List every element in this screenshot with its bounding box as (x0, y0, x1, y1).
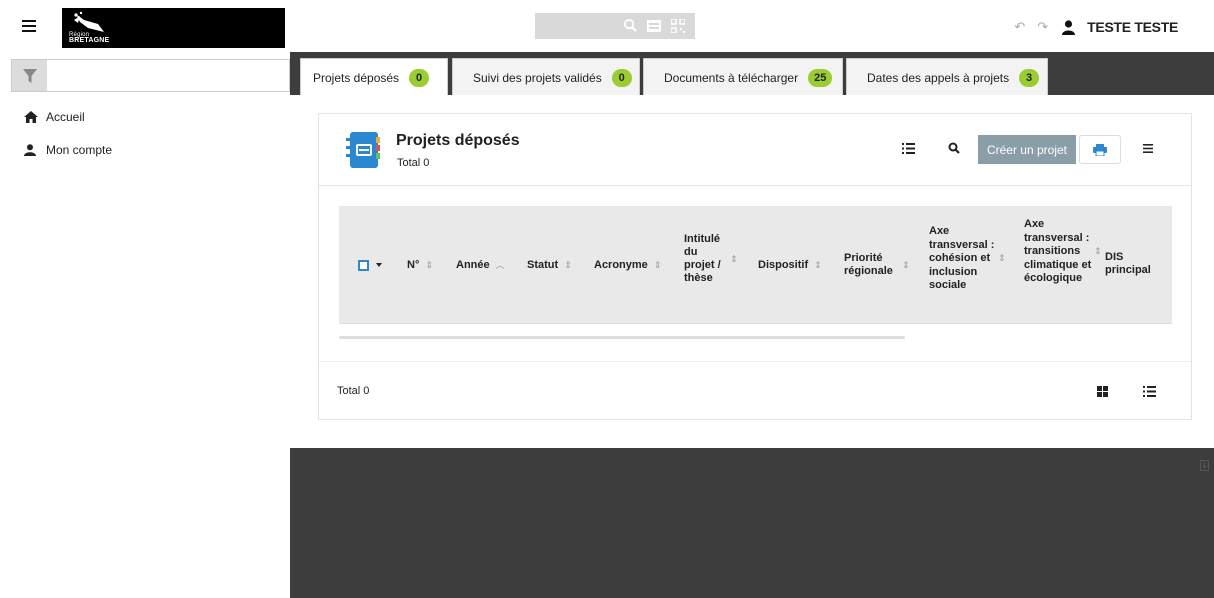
divider (319, 361, 1191, 362)
tab-label: Projets déposés (313, 70, 400, 85)
tab-count-badge: 0 (409, 68, 430, 87)
print-icon (1093, 143, 1107, 156)
column-dis-principal[interactable]: DIS principal (1105, 251, 1155, 277)
keyboard-icon[interactable] (647, 19, 661, 33)
tab-count-badge: 0 (611, 68, 632, 87)
column-statut[interactable]: Statut ⇕ (527, 259, 572, 272)
user-area: ↶ ↷ TESTE TESTE (1014, 18, 1178, 36)
list-view-icon[interactable] (1143, 386, 1156, 397)
tab-label: Documents à télécharger (664, 70, 799, 85)
sort-icon: ⇕ (564, 260, 572, 270)
column-axe-cohesion[interactable]: Axe transversal : cohésion et inclusion … (929, 225, 1006, 293)
column-label: N° (407, 259, 420, 271)
undo-icon[interactable]: ↶ (1014, 19, 1025, 35)
sort-icon: ⇕ (998, 253, 1006, 264)
tab-label: Dates des appels à projets (867, 70, 1010, 85)
footer-total: Total 0 (337, 385, 370, 397)
home-icon (24, 111, 38, 123)
search-box[interactable] (535, 13, 695, 39)
user-name[interactable]: TESTE TESTE (1087, 19, 1178, 35)
chevron-down-icon[interactable] (376, 263, 382, 267)
user-icon (24, 144, 36, 156)
card-total: Total 0 (397, 157, 430, 169)
user-icon[interactable] (1062, 19, 1076, 35)
menu-icon[interactable] (22, 20, 36, 32)
sort-icon: ⇕ (902, 259, 910, 270)
projects-card: Projets déposés Total 0 Créer un projet (318, 113, 1192, 420)
tab-count-badge: 3 (1019, 68, 1040, 87)
sidebar-item-label: Mon compte (46, 143, 113, 157)
column-priorite[interactable]: Priorité régionale ⇕ (844, 252, 910, 278)
column-label: Axe transversal : cohésion et inclusion … (929, 225, 995, 291)
download-icon[interactable] (1200, 460, 1209, 471)
create-project-button[interactable]: Créer un projet (978, 135, 1076, 164)
column-axe-transitions[interactable]: Axe transversal : transitions climatique… (1024, 218, 1102, 286)
column-annee[interactable]: Année ︿ (456, 259, 505, 272)
tab-label: Suivi des projets validés (473, 70, 602, 85)
sidebar-item-label: Accueil (46, 110, 85, 124)
sidebar-item-mon-compte[interactable]: Mon compte (24, 143, 112, 157)
horizontal-scrollbar[interactable] (339, 336, 905, 339)
column-numero[interactable]: N° ⇕ (407, 259, 433, 272)
logo[interactable]: Région BRETAGNE (62, 8, 285, 48)
top-bar: Région BRETAGNE ↶ ↷ TESTE TESTE (0, 0, 1214, 52)
column-label: Dispositif (758, 259, 809, 271)
grid-view-icon[interactable] (1097, 386, 1108, 397)
more-menu-icon[interactable] (1143, 144, 1153, 153)
tab-count-badge: 25 (808, 68, 833, 87)
column-label: Année (456, 259, 490, 271)
column-dispositif[interactable]: Dispositif ⇕ (758, 259, 822, 272)
tab-dates-appels[interactable]: Dates des appels à projets 3 (846, 58, 1048, 96)
card-title: Projets déposés (396, 132, 520, 149)
sort-icon: ⇕ (653, 260, 662, 270)
tab-content: Projets déposés Total 0 Créer un projet (290, 95, 1214, 448)
column-label: Statut (527, 259, 559, 271)
search-icon[interactable] (623, 18, 638, 33)
notebook-icon (346, 132, 380, 168)
sort-icon: ⇕ (730, 253, 738, 264)
tab-documents[interactable]: Documents à télécharger 25 (643, 58, 843, 96)
sidebar: Accueil Mon compte (8, 52, 290, 598)
qr-code-icon[interactable] (671, 19, 685, 33)
column-intitule[interactable]: Intitulé du projet / thèse ⇕ (684, 233, 738, 285)
card-header: Projets déposés Total 0 Créer un projet (319, 114, 1191, 186)
column-label: Acronyme (594, 259, 648, 271)
column-label: Axe transversal : transitions climatique… (1024, 218, 1092, 284)
list-view-icon[interactable] (902, 143, 915, 154)
sidebar-filter (11, 59, 290, 92)
sort-icon: ⇕ (1094, 246, 1102, 257)
sort-asc-icon: ︿ (495, 260, 505, 270)
filter-button[interactable] (12, 60, 47, 91)
search-icon[interactable] (948, 142, 960, 154)
sort-icon: ⇕ (814, 260, 822, 270)
redo-icon[interactable]: ↷ (1037, 19, 1048, 35)
table-header: N° ⇕ Année ︿ Statut ⇕ Acronyme ⇕ Intitulé du… (339, 206, 1172, 324)
sidebar-item-accueil[interactable]: Accueil (24, 110, 85, 124)
logo-text-big: BRETAGNE (69, 37, 110, 44)
tab-suivi-projets[interactable]: Suivi des projets validés 0 (452, 58, 640, 96)
print-button[interactable] (1079, 135, 1121, 164)
column-label: Intitulé du projet / thèse (684, 233, 721, 284)
tab-projets-deposes[interactable]: Projets déposés 0 (300, 58, 448, 96)
main-area: Projets déposés 0 Suivi des projets vali… (290, 52, 1214, 598)
logo-text: Région BRETAGNE (69, 32, 109, 44)
sort-icon: ⇕ (425, 260, 433, 270)
column-label: Priorité régionale (844, 252, 893, 277)
select-all-checkbox[interactable] (358, 260, 369, 271)
filter-icon (22, 68, 37, 83)
column-label: DIS principal (1105, 251, 1151, 276)
column-acronyme[interactable]: Acronyme ⇕ (594, 259, 661, 272)
